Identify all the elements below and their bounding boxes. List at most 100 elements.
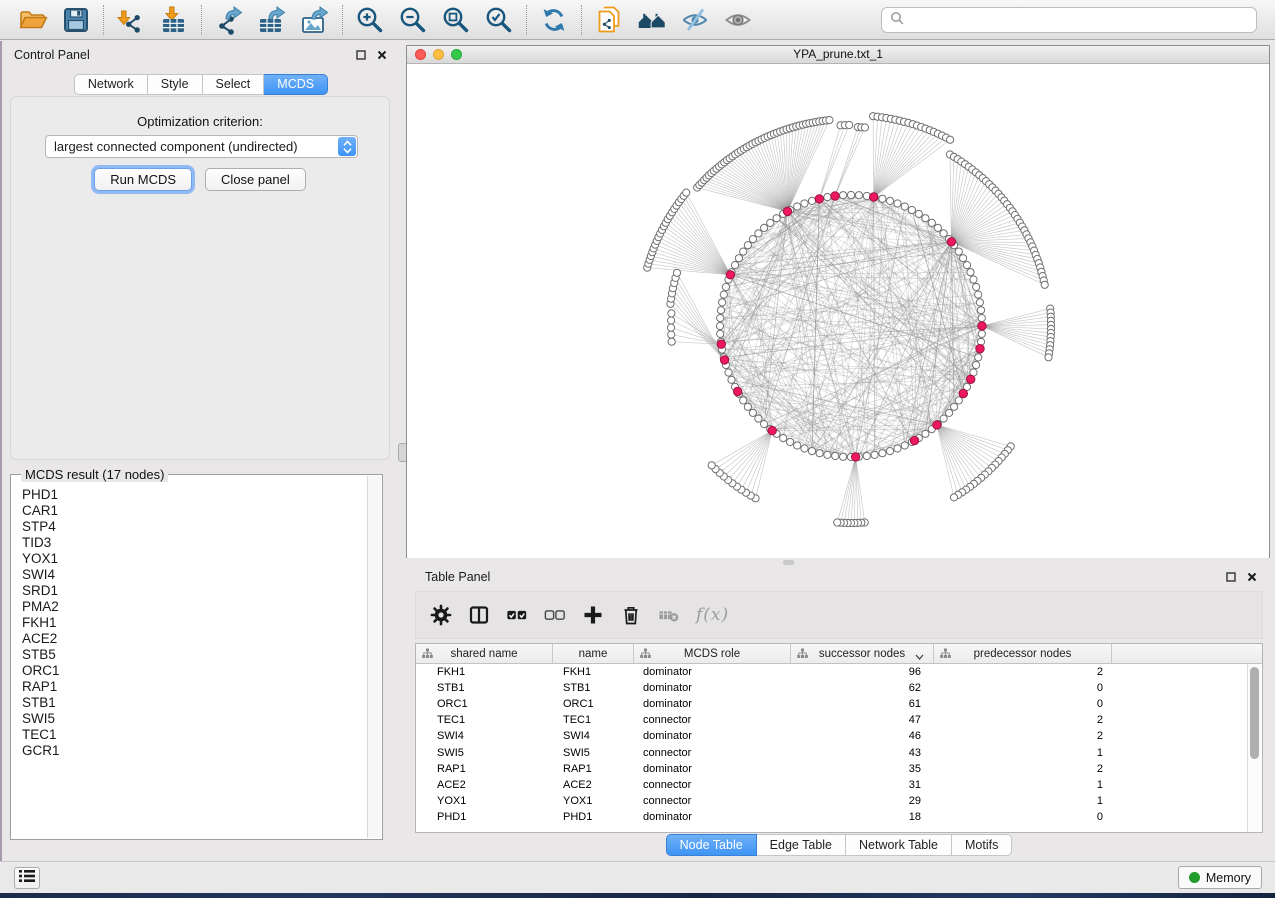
table-cell[interactable]: SWI5 — [553, 747, 634, 759]
mcds-result-item[interactable]: FKH1 — [22, 615, 367, 631]
tab-node-table[interactable]: Node Table — [666, 834, 757, 856]
zoom-out-icon[interactable] — [398, 5, 428, 35]
export-table-icon[interactable] — [257, 5, 287, 35]
tab-mcds[interactable]: MCDS — [264, 74, 328, 95]
zoom-selected-icon[interactable] — [484, 5, 514, 35]
tab-style[interactable]: Style — [148, 74, 203, 95]
close-panel-icon[interactable] — [1246, 571, 1258, 583]
tab-motifs[interactable]: Motifs — [952, 834, 1012, 856]
mcds-result-item[interactable]: GCR1 — [22, 743, 367, 759]
table-cell[interactable]: ORC1 — [553, 698, 634, 710]
export-image-icon[interactable] — [300, 5, 330, 35]
close-panel-button[interactable]: Close panel — [205, 168, 306, 191]
table-cell[interactable]: 0 — [934, 698, 1112, 710]
table-row[interactable]: SWI5SWI5connector431 — [416, 744, 1262, 760]
mcds-result-item[interactable]: SRD1 — [22, 583, 367, 599]
mcds-result-item[interactable]: PHD1 — [22, 487, 367, 503]
table-cell[interactable]: SWI5 — [416, 747, 553, 759]
table-cell[interactable]: SWI4 — [416, 730, 553, 742]
refresh-icon[interactable] — [539, 5, 569, 35]
table-cell[interactable]: 29 — [791, 795, 934, 807]
table-cell[interactable]: dominator — [634, 698, 791, 710]
table-cell[interactable]: 47 — [791, 714, 934, 726]
table-cell[interactable]: 61 — [791, 698, 934, 710]
search-input[interactable] — [910, 12, 1248, 29]
clone-network-icon[interactable] — [594, 5, 624, 35]
table-cell[interactable]: connector — [634, 747, 791, 759]
table-cell[interactable]: RAP1 — [416, 763, 553, 775]
table-cell[interactable]: ORC1 — [416, 698, 553, 710]
table-cell[interactable]: connector — [634, 779, 791, 791]
table-cell[interactable]: 43 — [791, 747, 934, 759]
memory-button[interactable]: Memory — [1178, 866, 1262, 889]
mcds-result-item[interactable]: YOX1 — [22, 551, 367, 567]
gear-icon[interactable] — [430, 604, 452, 626]
table-cell[interactable]: PHD1 — [416, 811, 553, 823]
mcds-result-item[interactable]: STB1 — [22, 695, 367, 711]
table-row[interactable]: RAP1RAP1dominator352 — [416, 761, 1262, 777]
table-cell[interactable]: SWI4 — [553, 730, 634, 742]
table-cell[interactable]: connector — [634, 714, 791, 726]
tab-network[interactable]: Network — [74, 74, 148, 95]
search-box[interactable] — [881, 7, 1257, 33]
mcds-result-item[interactable]: RAP1 — [22, 679, 367, 695]
table-cell[interactable]: YOX1 — [553, 795, 634, 807]
mcds-result-item[interactable]: TID3 — [22, 535, 367, 551]
table-cell[interactable]: 46 — [791, 730, 934, 742]
table-cell[interactable]: 35 — [791, 763, 934, 775]
mcds-result-item[interactable]: PMA2 — [22, 599, 367, 615]
table-cell[interactable]: 18 — [791, 811, 934, 823]
mcds-result-item[interactable]: CAR1 — [22, 503, 367, 519]
table-cell[interactable]: 1 — [934, 779, 1112, 791]
table-cell[interactable]: dominator — [634, 682, 791, 694]
table-row[interactable]: YOX1YOX1connector291 — [416, 793, 1262, 809]
table-panel-divider-handle[interactable] — [783, 560, 794, 565]
mcds-result-item[interactable]: STP4 — [22, 519, 367, 535]
table-cell[interactable]: 2 — [934, 730, 1112, 742]
zoom-fit-icon[interactable] — [441, 5, 471, 35]
table-row[interactable]: PHD1PHD1dominator180 — [416, 809, 1262, 825]
table-cell[interactable]: dominator — [634, 666, 791, 678]
table-cell[interactable]: YOX1 — [416, 795, 553, 807]
table-cell[interactable]: ACE2 — [416, 779, 553, 791]
table-cell[interactable]: 2 — [934, 666, 1112, 678]
houses-icon[interactable] — [637, 5, 667, 35]
network-graph[interactable] — [407, 64, 1269, 558]
float-panel-icon[interactable] — [1225, 571, 1237, 583]
table-cell[interactable]: FKH1 — [553, 666, 634, 678]
select-all-icon[interactable] — [506, 604, 528, 626]
table-cell[interactable]: dominator — [634, 730, 791, 742]
import-table-icon[interactable] — [159, 5, 189, 35]
table-cell[interactable]: 2 — [934, 763, 1112, 775]
table-scrollbar[interactable] — [1247, 664, 1262, 832]
table-cell[interactable]: 62 — [791, 682, 934, 694]
table-cell[interactable]: 1 — [934, 795, 1112, 807]
column-header-shared-name[interactable]: shared name — [416, 644, 553, 663]
tab-edge-table[interactable]: Edge Table — [757, 834, 846, 856]
column-header-predecessor-nodes[interactable]: predecessor nodes — [934, 644, 1112, 663]
table-cell[interactable]: 0 — [934, 811, 1112, 823]
export-network-icon[interactable] — [214, 5, 244, 35]
table-cell[interactable]: 2 — [934, 714, 1112, 726]
table-cell[interactable]: 96 — [791, 666, 934, 678]
task-history-button[interactable] — [14, 867, 40, 889]
mcds-result-item[interactable]: STB5 — [22, 647, 367, 663]
column-header-successor-nodes[interactable]: successor nodes — [791, 644, 934, 663]
table-cell[interactable]: 1 — [934, 747, 1112, 759]
table-row[interactable]: FKH1FKH1dominator962 — [416, 664, 1262, 680]
table-cell[interactable]: TEC1 — [416, 714, 553, 726]
mcds-result-item[interactable]: ORC1 — [22, 663, 367, 679]
table-cell[interactable]: STB1 — [553, 682, 634, 694]
column-header-MCDS-role[interactable]: MCDS role — [634, 644, 791, 663]
table-cell[interactable]: 31 — [791, 779, 934, 791]
import-network-icon[interactable] — [116, 5, 146, 35]
hide-eye-icon[interactable] — [680, 5, 710, 35]
deselect-all-icon[interactable] — [544, 604, 566, 626]
table-row[interactable]: STB1STB1dominator620 — [416, 680, 1262, 696]
optimization-criterion-select[interactable]: largest connected component (undirected) — [45, 135, 358, 158]
table-row[interactable]: TEC1TEC1connector472 — [416, 712, 1262, 728]
table-cell[interactable]: STB1 — [416, 682, 553, 694]
float-panel-icon[interactable] — [355, 49, 367, 61]
columns-icon[interactable] — [468, 604, 490, 626]
table-cell[interactable]: 0 — [934, 682, 1112, 694]
